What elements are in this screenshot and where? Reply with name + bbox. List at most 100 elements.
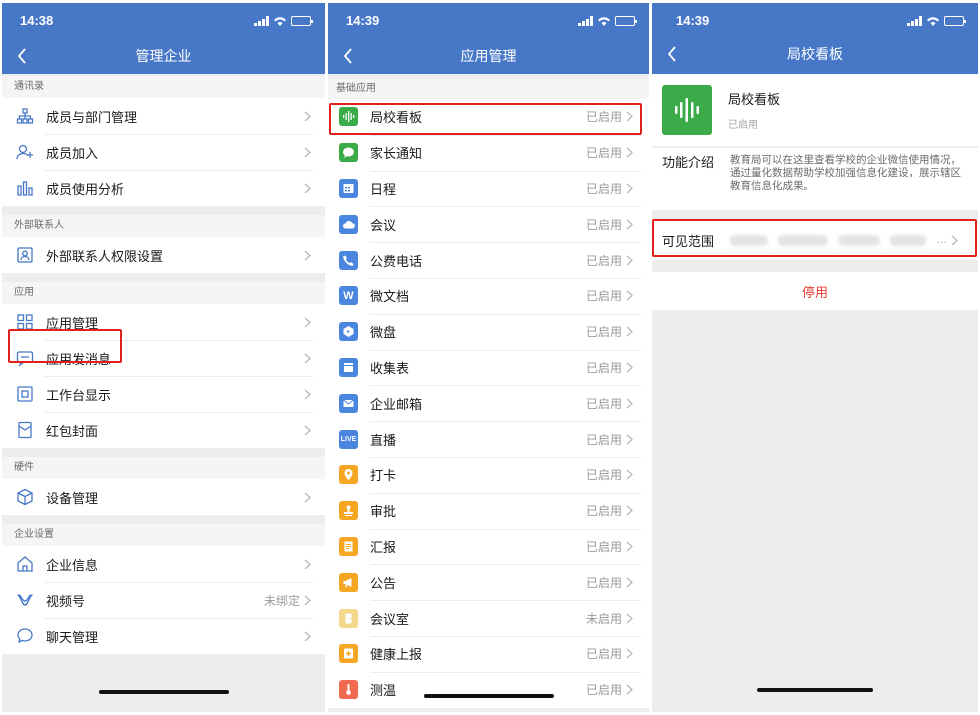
icon-glyph: LIVE <box>340 435 357 443</box>
chevron-right-icon <box>304 317 311 327</box>
menu-label: 工作台显示 <box>46 387 112 403</box>
menu-label: 应用发消息 <box>46 351 112 367</box>
app-row[interactable]: 收集表 已启用 <box>328 349 649 386</box>
app-label: 家长通知 <box>370 146 423 162</box>
app-row[interactable]: 家长通知 已启用 <box>328 134 649 171</box>
menu-workbench-display[interactable]: 工作台显示 <box>2 376 325 412</box>
app-status: 未启用 <box>585 611 622 626</box>
back-button[interactable] <box>338 46 358 66</box>
chevron-right-icon <box>626 398 633 409</box>
chevron-right-icon <box>304 389 311 399</box>
section-title-apps: 应用 <box>2 282 325 304</box>
red-packet-icon <box>16 421 34 439</box>
app-row[interactable]: 打卡 已启用 <box>328 456 649 493</box>
chevron-right-icon <box>304 250 311 260</box>
live-icon: LIVE <box>339 429 358 449</box>
menu-external-permissions[interactable]: 外部联系人权限设置 <box>2 237 325 273</box>
intro-label: 功能介绍 <box>662 155 715 170</box>
app-name: 局校看板 <box>728 92 781 107</box>
app-management-screen: 14:39 应用管理 基础应用 局校看板 已启用 家长通知 已启用 日程 已启用 会议 已启用… <box>328 3 649 712</box>
app-list: 局校看板 已启用 家长通知 已启用 日程 已启用 会议 已启用 公费电话 已启用 W 微文档 已启用 微盘… <box>328 99 649 708</box>
app-row[interactable]: 公费电话 已启用 <box>328 242 649 278</box>
menu-device-management[interactable]: 设备管理 <box>2 479 325 515</box>
app-status: 已启用 <box>585 575 622 590</box>
app-row[interactable]: 公告 已启用 <box>328 564 649 601</box>
home-indicator <box>757 688 873 692</box>
nav-bar: 局校看板 <box>652 39 978 69</box>
menu-enterprise-info[interactable]: 企业信息 <box>2 546 325 582</box>
stamp-icon <box>339 501 358 521</box>
chevron-right-icon <box>626 219 633 230</box>
app-row[interactable]: 健康上报 已启用 <box>328 635 649 672</box>
chevron-right-icon <box>304 147 311 157</box>
location-pin-icon <box>339 465 358 485</box>
app-label: 公费电话 <box>370 253 423 269</box>
app-row[interactable]: 审批 已启用 <box>328 492 649 529</box>
chevron-right-icon <box>304 353 311 363</box>
chevron-right-icon <box>304 492 311 502</box>
app-row[interactable]: 汇报 已启用 <box>328 528 649 565</box>
app-row[interactable]: 企业邮箱 已启用 <box>328 385 649 422</box>
menu-member-join[interactable]: 成员加入 <box>2 134 325 170</box>
app-row[interactable]: W 微文档 已启用 <box>328 277 649 314</box>
back-button[interactable] <box>662 44 682 64</box>
bar-chart-icon <box>16 179 34 197</box>
door-icon <box>339 608 358 628</box>
workbench-icon <box>16 385 34 403</box>
app-row[interactable]: 测温 已启用 <box>328 671 649 708</box>
app-status: 已启用 <box>585 289 622 304</box>
app-row[interactable]: 局校看板 已启用 <box>328 99 649 135</box>
chevron-right-icon <box>626 434 633 445</box>
app-status: 已启用 <box>585 396 622 411</box>
page-title: 应用管理 <box>460 48 517 64</box>
back-button[interactable] <box>12 46 32 66</box>
menu-chat-management[interactable]: 聊天管理 <box>2 618 325 654</box>
disable-button[interactable]: 停用 <box>652 272 978 310</box>
signal-icon <box>907 16 922 26</box>
app-status: 已启用 <box>585 360 622 375</box>
menu-label: 成员与部门管理 <box>46 109 138 125</box>
chevron-right-icon <box>626 255 633 266</box>
app-row[interactable]: 会议 已启用 <box>328 206 649 243</box>
sound-wave-icon <box>339 107 358 127</box>
chevron-right-icon <box>626 505 633 516</box>
home-icon <box>16 555 34 573</box>
status-bar: 14:39 <box>328 13 649 31</box>
calendar-icon <box>339 178 358 198</box>
menu-app-message[interactable]: 应用发消息 <box>2 340 325 376</box>
chevron-right-icon <box>304 425 311 435</box>
status-time: 14:38 <box>20 13 54 28</box>
chevron-right-icon <box>304 595 311 605</box>
app-row[interactable]: 日程 已启用 <box>328 170 649 207</box>
battery-icon <box>291 16 313 26</box>
app-row[interactable]: LIVE 直播 已启用 <box>328 421 649 457</box>
menu-app-management[interactable]: 应用管理 <box>2 304 325 340</box>
intro-text: 教育局可以在这里查看学校的企业微信使用情况，通过量化数据帮助学校加强信息化建设，… <box>730 154 961 192</box>
app-status: 已启用 <box>585 325 622 340</box>
nav-bar: 管理企业 <box>2 41 325 71</box>
chevron-right-icon <box>626 648 633 659</box>
app-row[interactable]: 会议室 未启用 <box>328 600 649 636</box>
app-label: 收集表 <box>370 360 410 376</box>
menu-video-channel[interactable]: 视频号 未绑定 <box>2 582 325 618</box>
chevron-right-icon <box>626 147 633 158</box>
screenshot-stage: 14:38 管理企业 通讯录 成员与部门管理 成员加入 成员使用分析 外部联系人… <box>0 0 980 715</box>
app-status: 已启用 <box>585 253 622 268</box>
menu-label: 企业信息 <box>46 557 99 573</box>
home-indicator <box>423 694 554 698</box>
app-label: 公告 <box>370 575 397 591</box>
app-header: 局校看板 已启用 <box>652 74 978 146</box>
app-status: 已启用 <box>585 217 622 232</box>
app-status: 已启用 <box>585 110 622 125</box>
app-row[interactable]: 微盘 已启用 <box>328 313 649 350</box>
bind-status: 未绑定 <box>263 593 300 608</box>
menu-usage-analysis[interactable]: 成员使用分析 <box>2 170 325 206</box>
message-icon <box>16 349 34 367</box>
chevron-right-icon <box>626 290 633 301</box>
app-status: 已启用 <box>585 683 622 698</box>
menu-red-packet-cover[interactable]: 红包封面 <box>2 412 325 448</box>
menu-member-dept[interactable]: 成员与部门管理 <box>2 98 325 134</box>
visible-scope-row[interactable]: 可见范围 … <box>652 220 978 260</box>
app-label: 汇报 <box>370 539 397 555</box>
video-channel-icon <box>16 591 34 609</box>
